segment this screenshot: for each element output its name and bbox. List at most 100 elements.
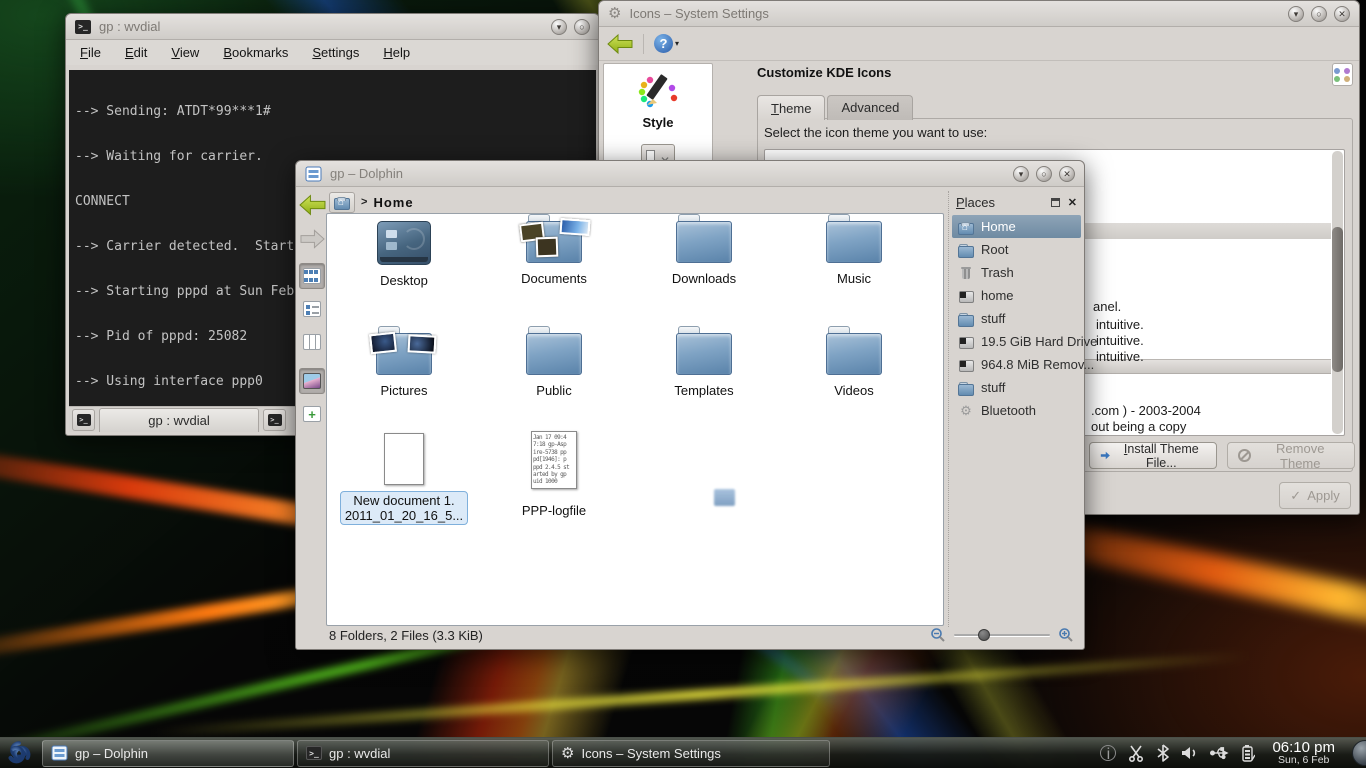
- task-dolphin[interactable]: gp – Dolphin: [42, 740, 294, 767]
- install-theme-button[interactable]: Install Theme File...: [1089, 442, 1217, 469]
- bluetooth-icon[interactable]: [1156, 744, 1170, 762]
- file-item[interactable]: Public: [484, 333, 624, 398]
- taskbar: gp – Dolphin >_ gp : wvdial ⚙ Icons – Sy…: [0, 737, 1366, 768]
- back-button[interactable]: [299, 193, 326, 217]
- minimize-button[interactable]: ▾: [1288, 6, 1304, 22]
- battery-icon[interactable]: [1241, 744, 1255, 762]
- info-icon[interactable]: i: [1100, 745, 1116, 761]
- dolphin-window: gp – Dolphin ▾ ○ ✕ > Home: [295, 160, 1085, 650]
- place-item-stuff2[interactable]: stuff: [952, 376, 1081, 399]
- task-system-settings[interactable]: ⚙ Icons – System Settings: [552, 740, 830, 767]
- overview-icon[interactable]: [1332, 63, 1353, 86]
- klipper-scissors-icon[interactable]: [1127, 744, 1145, 762]
- scrollbar-thumb[interactable]: [1332, 227, 1343, 372]
- zoom-slider-knob[interactable]: [978, 629, 990, 641]
- preview-button[interactable]: [299, 368, 325, 394]
- breadcrumb-separator: >: [361, 196, 367, 208]
- task-wvdial[interactable]: >_ gp : wvdial: [297, 740, 549, 767]
- forward-button[interactable]: [300, 228, 325, 250]
- place-item-stuff[interactable]: stuff: [952, 307, 1081, 330]
- breadcrumb: > Home: [329, 190, 414, 214]
- terminal-window-icon: >_: [75, 20, 91, 34]
- new-tab-button[interactable]: >_: [72, 409, 95, 431]
- menu-bookmarks[interactable]: Bookmarks: [223, 45, 288, 60]
- columns-view-icon: [303, 334, 321, 350]
- dolphin-titlebar[interactable]: gp – Dolphin ▾ ○ ✕: [296, 161, 1084, 187]
- float-panel-icon[interactable]: [1051, 198, 1060, 207]
- breadcrumb-home-button[interactable]: [329, 192, 355, 213]
- launcher-button[interactable]: [2, 738, 36, 768]
- theme-description-text: .com ) - 2003-2004: [1091, 403, 1201, 418]
- sidebar-item-label: Style: [604, 115, 712, 130]
- menu-settings[interactable]: Settings: [312, 45, 359, 60]
- terminal-tab[interactable]: gp : wvdial: [99, 408, 259, 432]
- menu-view[interactable]: View: [171, 45, 199, 60]
- maximize-button[interactable]: ○: [574, 19, 590, 35]
- file-item-selected[interactable]: New document 1. 2011_01_20_16_5...: [334, 433, 474, 525]
- terminal-menubar: File Edit View Bookmarks Settings Help: [66, 40, 599, 65]
- terminal-window-title: gp : wvdial: [99, 19, 160, 34]
- status-summary: 8 Folders, 2 Files (3.3 KiB): [329, 628, 483, 643]
- clock[interactable]: 06:10 pm Sun, 6 Feb: [1272, 740, 1335, 767]
- file-item[interactable]: Jan 17 09:4 7:18 gp-Asp ire-5738 pp pd[1…: [484, 431, 624, 518]
- terminal-titlebar[interactable]: >_ gp : wvdial ▾ ○: [66, 14, 599, 40]
- trash-icon: [958, 265, 974, 281]
- menu-file[interactable]: File: [80, 45, 101, 60]
- hard-drive-icon: [958, 357, 974, 373]
- file-item[interactable]: Templates: [634, 333, 774, 398]
- breadcrumb-current[interactable]: Home: [373, 195, 413, 210]
- menu-edit[interactable]: Edit: [125, 45, 147, 60]
- place-item-trash[interactable]: Trash: [952, 261, 1081, 284]
- tab-list-button[interactable]: >_: [263, 409, 286, 431]
- back-button[interactable]: [607, 33, 633, 55]
- scrollbar-track[interactable]: [1332, 151, 1343, 434]
- apply-button[interactable]: ✓ Apply: [1279, 482, 1351, 509]
- folder-with-previews-icon: [376, 333, 432, 375]
- panel-cashew-icon[interactable]: [1352, 740, 1366, 766]
- volume-icon[interactable]: [1181, 745, 1199, 761]
- dolphin-icon: [51, 745, 68, 761]
- place-item-bluetooth[interactable]: ⚙ Bluetooth: [952, 399, 1081, 422]
- remove-theme-button[interactable]: Remove Theme: [1227, 442, 1355, 469]
- folder-icon: [826, 221, 882, 263]
- dolphin-window-title: gp – Dolphin: [330, 166, 403, 181]
- tab-advanced[interactable]: Advanced: [827, 95, 913, 120]
- split-view-button[interactable]: +: [299, 401, 325, 427]
- place-item-home-drive[interactable]: home: [952, 284, 1081, 307]
- place-item-removable[interactable]: 964.8 MiB Remov...: [952, 353, 1081, 376]
- details-view-button[interactable]: [299, 296, 325, 322]
- icons-view-button[interactable]: [299, 263, 325, 289]
- place-item-home[interactable]: Home: [952, 215, 1081, 238]
- desktop-folder-icon: [377, 221, 431, 265]
- file-item[interactable]: Desktop: [334, 221, 474, 288]
- minimize-button[interactable]: ▾: [551, 19, 567, 35]
- maximize-button[interactable]: ○: [1311, 6, 1327, 22]
- menu-help[interactable]: Help: [383, 45, 410, 60]
- tab-theme[interactable]: Theme: [757, 95, 825, 120]
- file-item[interactable]: Music: [784, 221, 924, 286]
- columns-view-button[interactable]: [299, 329, 325, 355]
- maximize-button[interactable]: ○: [1036, 166, 1052, 182]
- theme-list-text: intuitive.: [1096, 349, 1144, 364]
- selected-file-label: New document 1. 2011_01_20_16_5...: [340, 491, 468, 525]
- close-panel-icon[interactable]: ✕: [1068, 196, 1077, 209]
- file-item[interactable]: Documents: [484, 221, 624, 286]
- sidebar-item-style[interactable]: Style: [604, 64, 712, 130]
- settings-titlebar[interactable]: ⚙ Icons – System Settings ▾ ○ ✕: [599, 1, 1359, 27]
- place-item-root[interactable]: Root: [952, 238, 1081, 261]
- zoom-out-icon[interactable]: [930, 627, 946, 643]
- help-button[interactable]: ? ▾: [654, 34, 679, 53]
- home-folder-icon: [958, 219, 974, 235]
- folder-icon: [826, 333, 882, 375]
- place-item-hard-drive[interactable]: 19.5 GiB Hard Drive: [952, 330, 1081, 353]
- usb-icon[interactable]: [1210, 745, 1230, 761]
- close-button[interactable]: ✕: [1334, 6, 1350, 22]
- folder-icon: [676, 221, 732, 263]
- file-item[interactable]: Videos: [784, 333, 924, 398]
- file-item[interactable]: Pictures: [334, 333, 474, 398]
- minimize-button[interactable]: ▾: [1013, 166, 1029, 182]
- zoom-slider[interactable]: [954, 628, 1050, 642]
- zoom-in-icon[interactable]: [1058, 627, 1074, 643]
- file-item[interactable]: Downloads: [634, 221, 774, 286]
- close-button[interactable]: ✕: [1059, 166, 1075, 182]
